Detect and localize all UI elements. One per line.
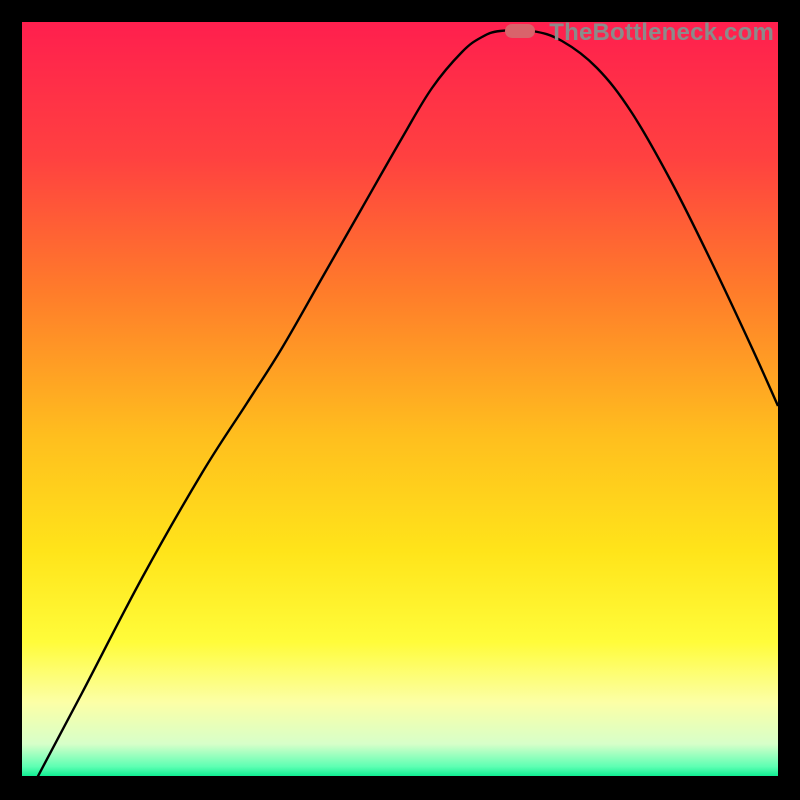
gradient-panel [22,22,778,778]
chart-frame: TheBottleneck.com [22,22,778,778]
optimal-point-marker [505,24,535,38]
watermark-label: TheBottleneck.com [549,19,774,47]
bottleneck-chart [22,22,778,778]
